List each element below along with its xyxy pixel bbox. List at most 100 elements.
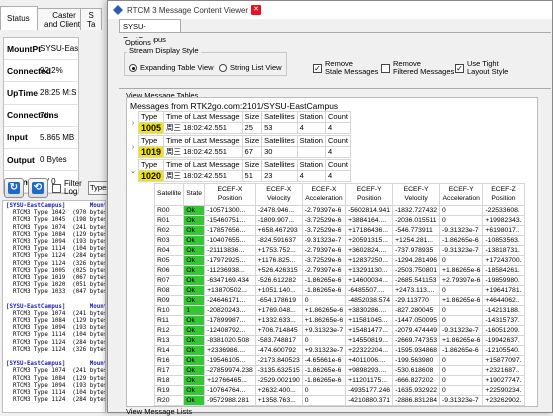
satellite-state-cell: 1 bbox=[183, 305, 206, 316]
log-line: RTCM3 Type 1084 (129 bytes) bbox=[6, 375, 106, 382]
satellite-cell: -29.113770 bbox=[392, 295, 441, 306]
satellite-cell: +1753.752... bbox=[254, 245, 303, 256]
filter-log-toggle[interactable]: Filter Log bbox=[52, 180, 82, 196]
satellite-cell: -14213188. bbox=[482, 305, 525, 316]
satellite-cell: 0 bbox=[439, 205, 484, 216]
message-log[interactable]: [SYSU-EastCampus] Mount RTCM3 Type 1042 … bbox=[2, 200, 106, 413]
reconnect-button[interactable]: ⟲ bbox=[28, 178, 48, 198]
satellite-row[interactable]: R14 Ok +2336986.... -474.600792 +9.31323e-7 +… bbox=[153, 345, 525, 356]
satellite-row[interactable]: R04 Ok -21113836... +1753.752... -2.79397e-6… bbox=[153, 245, 525, 256]
satellite-cell: -2886.831284 bbox=[392, 395, 441, 406]
satellite-cell: -9.31323e-7 bbox=[439, 325, 484, 336]
app-icon bbox=[113, 5, 123, 15]
status-row: Output 0 Bytes bbox=[4, 149, 78, 172]
expand-chevron-icon[interactable]: › bbox=[128, 135, 138, 159]
satellite-state-cell: Ok bbox=[183, 285, 206, 296]
tight-layout-checkbox[interactable]: ✓ bbox=[455, 63, 464, 73]
string-list-view-radio[interactable] bbox=[219, 64, 227, 72]
satellite-row[interactable]: R19 Ok -10764764... +2632.400... 0 -4935177.2… bbox=[153, 385, 525, 396]
satellite-cell: +17186436... bbox=[345, 225, 394, 236]
satellite-cell: -6347169.434 bbox=[204, 275, 256, 286]
satellite-row[interactable]: R07 Ok -6347169.434 -526.612282 -1.86265e-6 +… bbox=[153, 275, 525, 286]
satellite-cell: +1051.140... bbox=[254, 285, 303, 296]
log-line: RTCM3 Type 1005 (025 bytes) bbox=[6, 267, 106, 274]
status-value: 0 Bytes bbox=[40, 155, 67, 165]
satellite-cell: -1635.932922 bbox=[392, 385, 441, 396]
remove-filtered-label: Remove Filtered Messages bbox=[393, 59, 455, 76]
satellite-cell: -9.31323e-7 bbox=[439, 395, 484, 406]
message-type-cell: 1019 bbox=[137, 146, 165, 158]
satellite-row[interactable]: R08 Ok +13870502... +1051.140... -1.86265e-6… bbox=[153, 285, 525, 296]
status-grid: MountPtSYSU-EastCa...Connected92.2%UpTim… bbox=[3, 37, 79, 195]
satellite-row[interactable]: R10 1 -20820243... +1769.048... +1.86265e-6 +… bbox=[153, 305, 525, 316]
satellite-cell: 0 bbox=[301, 385, 347, 396]
filter-log-checkbox[interactable] bbox=[52, 183, 61, 193]
satellite-cell: -1.86265e-6 bbox=[439, 345, 484, 356]
tight-layout-option[interactable]: ✓ Use Tight Layout Style bbox=[455, 60, 508, 76]
refresh-button[interactable]: ↻ bbox=[4, 178, 24, 198]
satellite-row[interactable]: R11 Ok -17899987... +1332.633... +1.86265e-6… bbox=[153, 315, 525, 326]
satellite-cell: -3135.632515 bbox=[254, 365, 303, 376]
satellite-row[interactable]: R05 Ok -17972925... +1176.825... -3.72529e-6… bbox=[153, 255, 525, 266]
message-type-cell: 1020 bbox=[137, 170, 165, 182]
satellite-cell: R03 bbox=[153, 235, 185, 246]
satellite-cell: 0 bbox=[439, 355, 484, 366]
satellite-row[interactable]: R18 Ok +12766465... -2529.002190 -1.86265e-6… bbox=[153, 375, 525, 386]
expand-chevron-icon[interactable]: › bbox=[128, 111, 138, 135]
satellite-cell: +658.467293 bbox=[254, 225, 303, 236]
satellite-cell: R00 bbox=[153, 205, 185, 216]
satellite-row[interactable]: R16 Ok -19546105... -2173.840523 -4.65661e-6… bbox=[153, 355, 525, 366]
satellite-state-cell: Ok bbox=[183, 375, 206, 386]
tab-caster-and-clients[interactable]: Caster and Clients bbox=[37, 8, 84, 30]
satellite-cell: -3.72529e-6 bbox=[301, 215, 347, 226]
satellite-row[interactable]: R17 Ok -27859974.238 -3135.632515 -1.86265e-… bbox=[153, 365, 525, 376]
satellite-row[interactable]: R01 Ok -15460751... -1809.907... -3.72529e-6… bbox=[153, 215, 525, 226]
satellite-cell: -2529.002190 bbox=[254, 375, 303, 386]
satellite-cell: R19 bbox=[153, 385, 185, 396]
satellite-row[interactable]: R06 Ok -11236938... +526.426315 -2.79397e-6 +… bbox=[153, 265, 525, 276]
close-icon[interactable]: ✕ bbox=[251, 5, 262, 15]
satellite-state-cell: Ok bbox=[183, 215, 206, 226]
satellite-row[interactable]: R20 Ok -9572988.281 +1358.763... 0 -4210880.3… bbox=[153, 395, 525, 406]
remove-stale-checkbox[interactable]: ✓ bbox=[313, 63, 322, 73]
remove-stale-messages-option[interactable]: ✓ Remove Stale Messages bbox=[313, 60, 378, 76]
message-header-cell: Count bbox=[324, 159, 351, 171]
remove-filtered-checkbox[interactable] bbox=[381, 63, 390, 73]
tab-partial[interactable]: S Ta bbox=[80, 8, 102, 30]
satellite-row[interactable]: R00 Ok -10571300... -2478.946... -2.79397e-6… bbox=[153, 205, 525, 216]
satellite-header-cell: State bbox=[183, 183, 206, 206]
satellite-row[interactable]: R21Ok-10135013...+138.1902690-3491118.16… bbox=[153, 405, 525, 406]
message-header-cell: Type bbox=[137, 135, 165, 147]
tab-status[interactable]: Status bbox=[0, 6, 38, 30]
satellite-row[interactable]: R02 Ok -17857656... +658.467293 -3.72529e-6 +… bbox=[153, 225, 525, 236]
satellite-cell: -19942637. bbox=[482, 335, 525, 346]
satellite-cell: +1769.048... bbox=[254, 305, 303, 316]
log-mount-header: [SYSU-EastCampus] Mount bbox=[6, 203, 106, 209]
log-line: RTCM3 Type 1084 (129 bytes) bbox=[6, 231, 106, 238]
satellite-cell: R04 bbox=[153, 245, 185, 256]
log-line: RTCM3 Type 1124 (284 bytes) bbox=[6, 339, 106, 346]
string-list-view-option[interactable]: String List View bbox=[219, 64, 282, 72]
satellite-header-cell: ECEF-X Velocity bbox=[254, 183, 303, 206]
satellite-cell: +11201175... bbox=[345, 375, 394, 386]
log-line: RTCM3 Type 1042 (970 bytes) bbox=[6, 210, 106, 217]
satellite-row[interactable]: R03 Ok -10407655... -824.591637 -9.31323e-7 +… bbox=[153, 235, 525, 246]
satellite-row[interactable]: R13 Ok -8381020.508 -583.748817 0 +14550819..… bbox=[153, 335, 525, 346]
message-table-area[interactable]: Messages from RTK2go.com:2101/SYSU-EastC… bbox=[126, 97, 538, 407]
satellite-cell: R01 bbox=[153, 215, 185, 226]
satellite-row[interactable]: R12 Ok -12408792... +706.714845 +9.31323e-7 +… bbox=[153, 325, 525, 336]
satellite-row[interactable]: R09 Ok -24646171... -654.178619 0 -4852038.57… bbox=[153, 295, 525, 306]
tab-mountpoint[interactable]: SYSU-EastCampus bbox=[119, 19, 181, 44]
satellite-cell: +2473.113.... bbox=[392, 285, 441, 296]
message-time-cell: 周三 18:02:42.551 bbox=[163, 170, 243, 182]
satellite-cell: -474.600792 bbox=[254, 345, 303, 356]
message-lists-label: View Message Lists bbox=[126, 407, 193, 416]
expanding-table-view-radio[interactable] bbox=[129, 64, 137, 72]
satellite-cell: 0 bbox=[301, 335, 347, 346]
collapse-chevron-icon[interactable]: ⌄ bbox=[128, 159, 138, 183]
satellite-cell: -1832.727432 bbox=[392, 205, 441, 216]
remove-filtered-messages-option[interactable]: Remove Filtered Messages bbox=[381, 60, 454, 76]
expanding-table-view-option[interactable]: Expanding Table View bbox=[129, 64, 214, 72]
satellite-cell: -3174.214363 bbox=[392, 405, 441, 406]
